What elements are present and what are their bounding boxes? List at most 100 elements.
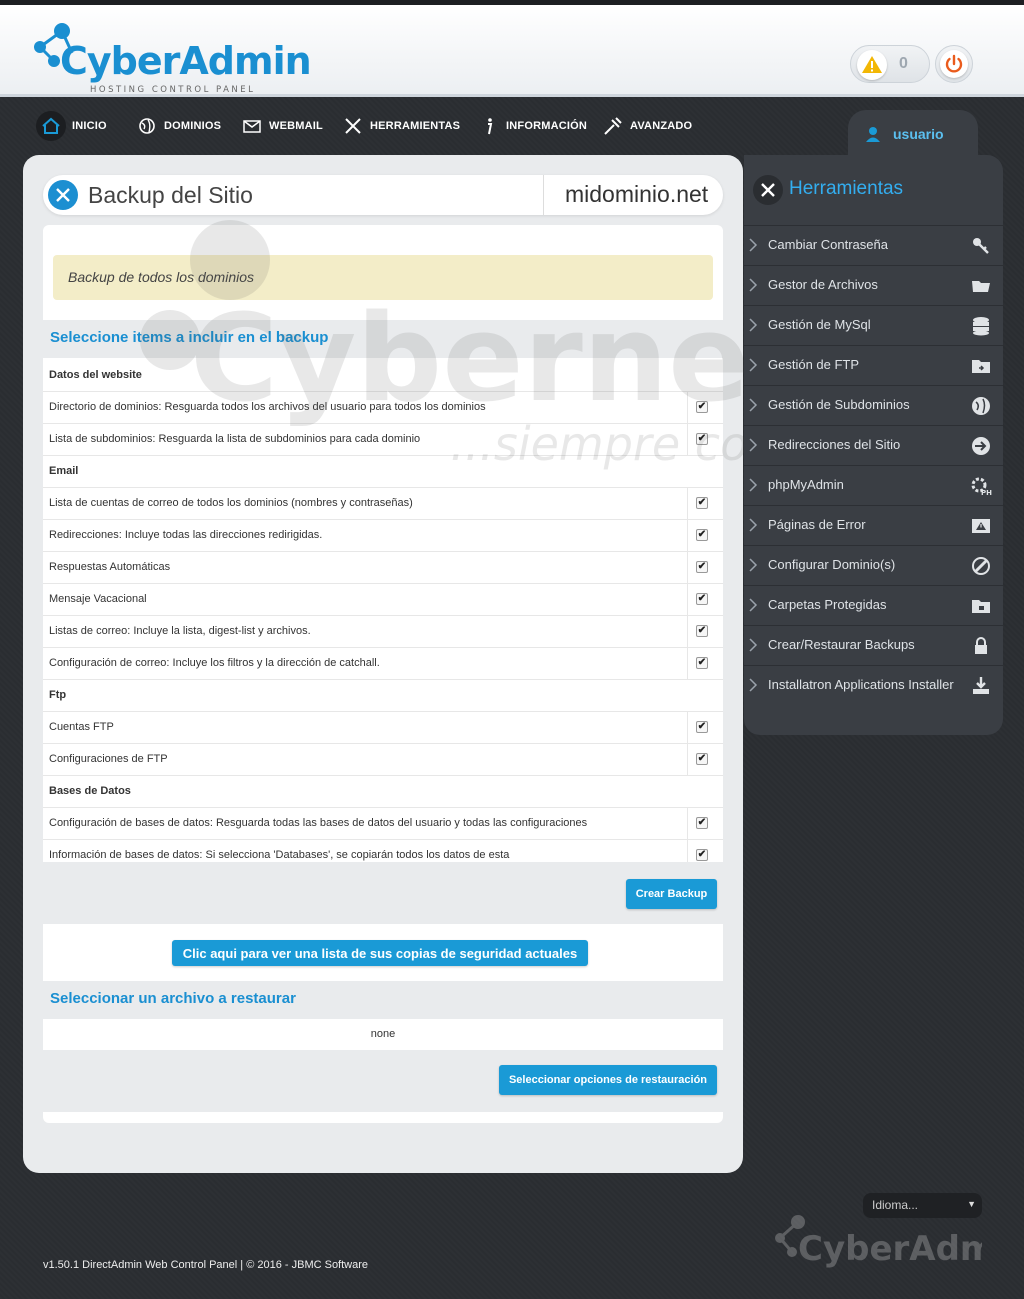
item-label: Listas de correo: Incluye la lista, dige… bbox=[49, 625, 311, 637]
footer-logo: CyberAdmin bbox=[775, 1215, 982, 1269]
header: CyberAdmin HOSTING CONTROL PANEL 0 bbox=[0, 5, 1024, 97]
item-checkbox[interactable]: ✔ bbox=[696, 753, 708, 765]
nav-dominios[interactable]: DOMINIOS bbox=[136, 108, 221, 144]
chevron-right-icon bbox=[749, 438, 758, 452]
chevron-right-icon bbox=[749, 518, 758, 532]
restore-file-value[interactable]: none bbox=[43, 1020, 723, 1050]
sidebar-item-gestor-archivos[interactable]: Gestor de Archivos bbox=[744, 265, 1003, 305]
user-menu[interactable]: usuario bbox=[848, 110, 978, 160]
chevron-right-icon bbox=[749, 638, 758, 652]
footer-text: v1.50.1 DirectAdmin Web Control Panel | … bbox=[43, 1259, 369, 1271]
nav-herramientas[interactable]: HERRAMIENTAS bbox=[342, 108, 460, 144]
sidebar-item-label: Gestión de FTP bbox=[768, 357, 860, 372]
item-checkbox[interactable]: ✔ bbox=[696, 657, 708, 669]
info-icon bbox=[488, 118, 493, 135]
subdomain-globe-icon bbox=[972, 397, 990, 415]
sidebar-item-redirecciones[interactable]: Redirecciones del Sitio bbox=[744, 425, 1003, 465]
chevron-right-icon bbox=[749, 398, 758, 412]
alerts-button[interactable]: 0 bbox=[850, 45, 930, 83]
sidebar-item-label: Gestión de Subdominios bbox=[768, 397, 910, 412]
item-checkbox[interactable]: ✔ bbox=[696, 849, 708, 861]
item-checkbox[interactable]: ✔ bbox=[696, 625, 708, 637]
item-label: Redirecciones: Incluye todas las direcci… bbox=[49, 529, 323, 541]
tools-icon bbox=[753, 175, 783, 205]
sidebar-item-gestion-ftp[interactable]: Gestión de FTP bbox=[744, 345, 1003, 385]
sidebar-item-installatron[interactable]: Installatron Applications Installer bbox=[744, 665, 1003, 705]
page-title-bar: Backup del Sitio midominio.net bbox=[43, 175, 723, 215]
chevron-down-icon: ▼ bbox=[967, 1199, 976, 1209]
category-label: Ftp bbox=[49, 689, 67, 701]
chevron-right-icon bbox=[749, 318, 758, 332]
nav-label: INFORMACIÓN bbox=[506, 120, 588, 132]
table-row: Respuestas Automáticas ✔ bbox=[43, 552, 723, 584]
table-category-row: Email bbox=[43, 456, 723, 488]
nav-webmail[interactable]: WEBMAIL bbox=[241, 108, 323, 144]
sidebar-item-carpetas-protegidas[interactable]: Carpetas Protegidas bbox=[744, 585, 1003, 625]
restore-area: Seleccionar opciones de restauración bbox=[43, 1050, 723, 1112]
table-category-row: Ftp bbox=[43, 680, 723, 712]
logo[interactable]: CyberAdmin HOSTING CONTROL PANEL bbox=[32, 19, 312, 95]
item-checkbox[interactable]: ✔ bbox=[696, 401, 708, 413]
nav-label: AVANZADO bbox=[630, 120, 693, 132]
item-checkbox[interactable]: ✔ bbox=[696, 529, 708, 541]
item-checkbox[interactable]: ✔ bbox=[696, 817, 708, 829]
sidebar-item-label: Installatron Applications Installer bbox=[768, 677, 954, 692]
item-label: Configuración de correo: Incluye los fil… bbox=[49, 657, 380, 669]
lock-icon bbox=[975, 637, 987, 654]
envelope-icon bbox=[243, 120, 261, 133]
table-row: Redirecciones: Incluye todas las direcci… bbox=[43, 520, 723, 552]
sidebar-item-paginas-error[interactable]: Páginas de Error bbox=[744, 505, 1003, 545]
sidebar-item-gestion-mysql[interactable]: Gestión de MySql bbox=[744, 305, 1003, 345]
power-icon bbox=[940, 50, 968, 78]
chevron-right-icon bbox=[749, 478, 758, 492]
sidebar-item-label: Gestor de Archivos bbox=[768, 277, 878, 292]
sidebar-item-phpmyadmin[interactable]: phpMyAdmin PHP bbox=[744, 465, 1003, 505]
main-panel: Backup del Sitio midominio.net Backup de… bbox=[23, 155, 743, 1173]
php-gear-icon: PHP bbox=[971, 477, 992, 497]
item-label: Cuentas FTP bbox=[49, 721, 114, 733]
warning-icon bbox=[857, 50, 887, 80]
table-row: Configuraciones de FTP ✔ bbox=[43, 744, 723, 776]
folder-icon bbox=[972, 281, 990, 292]
sidebar-item-configurar-dominios[interactable]: Configurar Dominio(s) bbox=[744, 545, 1003, 585]
sidebar-item-backups[interactable]: Crear/Restaurar Backups bbox=[744, 625, 1003, 665]
item-checkbox[interactable]: ✔ bbox=[696, 721, 708, 733]
item-label: Configuraciones de FTP bbox=[49, 753, 168, 765]
item-checkbox[interactable]: ✔ bbox=[696, 561, 708, 573]
table-category-row: Datos del website bbox=[43, 360, 723, 392]
sidebar-item-cambiar-contrasena[interactable]: Cambiar Contraseña bbox=[744, 225, 1003, 265]
item-label: Directorio de dominios: Resguarda todos … bbox=[49, 401, 486, 413]
chevron-right-icon bbox=[749, 598, 758, 612]
category-label: Email bbox=[49, 465, 79, 477]
nav-inicio[interactable]: INICIO bbox=[36, 108, 107, 144]
current-domain: midominio.net bbox=[565, 181, 709, 207]
nav-avanzado[interactable]: AVANZADO bbox=[602, 108, 692, 144]
table-row: Configuración de bases de datos: Resguar… bbox=[43, 808, 723, 840]
nav-informacion[interactable]: INFORMACIÓN bbox=[478, 108, 587, 144]
chevron-right-icon bbox=[749, 678, 758, 692]
restore-options-button[interactable]: Seleccionar opciones de restauración bbox=[499, 1065, 717, 1095]
wrench-icon bbox=[604, 117, 622, 135]
create-backup-button[interactable]: Crear Backup bbox=[626, 879, 717, 909]
chevron-right-icon bbox=[749, 358, 758, 372]
logout-button[interactable] bbox=[935, 45, 973, 83]
chevron-right-icon bbox=[749, 558, 758, 572]
sidebar-item-label: Configurar Dominio(s) bbox=[768, 557, 896, 572]
view-backups-button[interactable]: Clic aqui para ver una lista de sus copi… bbox=[172, 940, 588, 966]
table-row: Lista de subdominios: Resguarda la lista… bbox=[43, 424, 723, 456]
redirect-arrow-icon bbox=[972, 437, 990, 455]
error-page-icon bbox=[972, 519, 990, 533]
select-items-heading: Seleccione items a incluir en el backup bbox=[43, 320, 723, 358]
svg-text:PHP: PHP bbox=[981, 489, 992, 497]
logo-text: CyberAdmin bbox=[60, 39, 312, 83]
item-checkbox[interactable]: ✔ bbox=[696, 433, 708, 445]
item-checkbox[interactable]: ✔ bbox=[696, 593, 708, 605]
sidebar-list: Cambiar Contraseña Gestor de Archivos Ge… bbox=[744, 225, 1003, 705]
item-checkbox[interactable]: ✔ bbox=[696, 497, 708, 509]
chevron-right-icon bbox=[749, 238, 758, 252]
sidebar-item-gestion-subdominios[interactable]: Gestión de Subdominios bbox=[744, 385, 1003, 425]
item-label: Respuestas Automáticas bbox=[49, 561, 171, 573]
category-label: Datos del website bbox=[49, 369, 142, 381]
tools-sidebar: Herramientas Cambiar Contraseña Gestor d… bbox=[744, 155, 1003, 735]
alert-count: 0 bbox=[899, 55, 908, 72]
